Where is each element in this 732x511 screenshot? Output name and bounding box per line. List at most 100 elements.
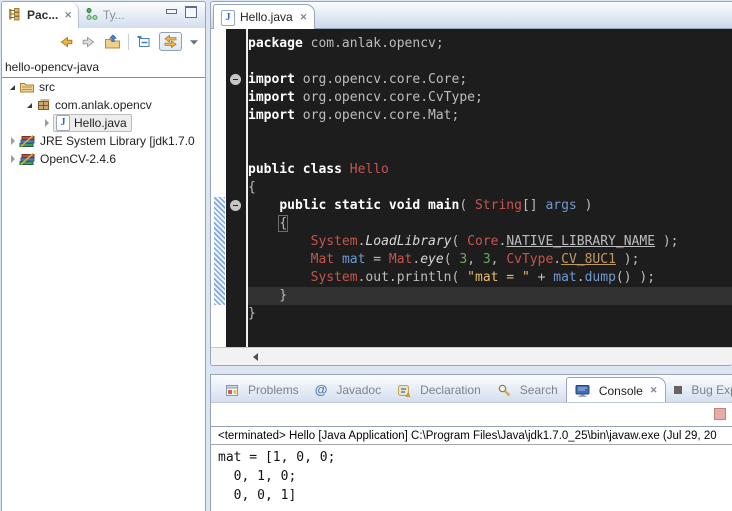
tree-item-hello-java[interactable]: J Hello.java: [2, 114, 205, 132]
range-indicator: [214, 197, 225, 305]
tree-item-project-root[interactable]: hello-opencv-java: [2, 58, 205, 78]
fold-collapse-icon[interactable]: [230, 74, 241, 85]
console-output: mat = [1, 0, 0; 0, 1, 0; 0, 0, 1]: [211, 445, 732, 505]
tab-search[interactable]: Search: [489, 378, 566, 402]
tab-declaration[interactable]: Declaration: [389, 378, 489, 402]
tree-item-com-anlak-opencv[interactable]: com.anlak.opencv: [2, 96, 205, 114]
tree-collapsed-arrow-icon[interactable]: [6, 137, 19, 145]
package-explorer-toolbar: [2, 28, 205, 55]
tree-collapsed-arrow-icon[interactable]: [6, 155, 19, 163]
console-toolbar: [211, 403, 732, 426]
console-output-line: 0, 0, 1]: [218, 486, 732, 505]
console-launch-header: <terminated> Hello [Java Application] C:…: [211, 427, 732, 445]
selected-tree-item[interactable]: J Hello.java: [53, 114, 132, 132]
tree-item-src[interactable]: src: [2, 78, 205, 96]
search-icon: [497, 383, 511, 397]
declaration-icon: [397, 384, 411, 397]
code-line: [248, 53, 732, 71]
back-arrow-icon[interactable]: [58, 34, 74, 50]
code-line: [248, 125, 732, 143]
java-file-icon: J: [56, 115, 70, 131]
tree-item-label: src: [39, 80, 55, 94]
type-hierarchy-icon: [85, 7, 99, 24]
library-icon: [19, 134, 36, 148]
package-explorer-icon: [8, 7, 23, 24]
console-content: <terminated> Hello [Java Application] C:…: [211, 426, 732, 511]
package-explorer-view: Pac... ✕ Ty... hello-opencv-java srccom.…: [1, 1, 206, 511]
tree-item-label: com.anlak.opencv: [55, 98, 152, 112]
tree-item-label: OpenCV-2.4.6: [40, 152, 116, 166]
code-line: import org.opencv.core.Core;: [248, 71, 732, 89]
bottom-view-tabbar: Problems @ Javadoc Declaration Search Console…: [211, 375, 732, 403]
forward-arrow-icon[interactable]: [81, 34, 97, 50]
tab-label: Bug Explorer: [691, 383, 732, 397]
collapse-all-icon[interactable]: [136, 34, 152, 50]
folding-ruler[interactable]: [226, 29, 248, 347]
minimize-icon[interactable]: [166, 9, 177, 14]
tab-label: Problems: [248, 383, 299, 397]
editor-tab-label: Hello.java: [240, 10, 293, 24]
code-line: Mat mat = Mat.eye( 3, 3, CvType.CV_8UC1 …: [248, 251, 732, 269]
tab-problems[interactable]: Problems: [217, 378, 307, 402]
plugin-square-icon: [674, 386, 682, 394]
java-file-icon: J: [221, 9, 235, 26]
tree-expanded-arrow-icon[interactable]: [23, 103, 36, 108]
tree-item-label: Hello.java: [74, 116, 127, 130]
close-icon[interactable]: ✕: [298, 12, 308, 23]
tab-bug-explorer[interactable]: Bug Explorer: [666, 378, 732, 402]
fold-collapse-icon[interactable]: [230, 200, 241, 211]
scroll-left-arrow-icon[interactable]: [253, 353, 258, 361]
tree-item-jre-system-library-jdk1-7-0[interactable]: JRE System Library [jdk1.7.0: [2, 132, 205, 150]
code-editor[interactable]: package com.anlak.opencv; import org.open…: [248, 29, 732, 347]
package-icon: [36, 98, 51, 112]
tab-label: Javadoc: [336, 383, 381, 397]
code-line: public static void main( String[] args ): [248, 197, 732, 215]
code-line: }: [248, 305, 732, 323]
code-line-current: }: [248, 287, 732, 305]
source-folder-icon: [19, 80, 35, 94]
annotation-ruler[interactable]: [211, 29, 226, 347]
editor-area: J Hello.java ✕ package com.anlak.opencv;…: [210, 1, 732, 366]
close-icon[interactable]: ✕: [62, 10, 72, 21]
tab-label: Console: [599, 384, 643, 398]
go-up-folder-icon[interactable]: [104, 34, 121, 50]
toolbar-separator: [128, 34, 129, 50]
code-line: System.out.println( "mat = " + mat.dump(…: [248, 269, 732, 287]
tab-label: Declaration: [420, 383, 481, 397]
tab-javadoc[interactable]: @ Javadoc: [307, 378, 389, 402]
tab-type-hierarchy[interactable]: Ty...: [79, 2, 131, 28]
tree-collapsed-arrow-icon[interactable]: [40, 119, 53, 127]
code-line: import org.opencv.core.CvType;: [248, 89, 732, 107]
tab-hello-java[interactable]: J Hello.java ✕: [213, 4, 315, 29]
library-icon: [19, 152, 36, 166]
tree-expanded-arrow-icon[interactable]: [6, 85, 19, 90]
code-line: {: [248, 179, 732, 197]
tree-item-opencv-2-4-6[interactable]: OpenCV-2.4.6: [2, 150, 205, 168]
editor-horizontal-scrollbar[interactable]: [211, 347, 732, 365]
console-view: Problems @ Javadoc Declaration Search Console…: [210, 374, 732, 511]
code-line: package com.anlak.opencv;: [248, 35, 732, 53]
project-tree: hello-opencv-java srccom.anlak.opencv J He…: [2, 55, 205, 511]
view-window-buttons: [166, 2, 205, 28]
code-line: [248, 143, 732, 161]
close-icon[interactable]: ✕: [648, 385, 658, 396]
tab-label: Ty...: [103, 8, 125, 22]
tab-package-explorer[interactable]: Pac... ✕: [2, 2, 79, 28]
link-with-editor-icon[interactable]: [159, 32, 182, 51]
editor-tabbar: J Hello.java ✕: [211, 2, 732, 29]
console-toolbar-icon[interactable]: [714, 408, 726, 420]
view-menu-icon[interactable]: [189, 38, 199, 46]
tab-label: Pac...: [27, 8, 58, 22]
code-line: import org.opencv.core.Mat;: [248, 107, 732, 125]
maximize-icon[interactable]: [185, 6, 197, 18]
tree-item-label: JRE System Library [jdk1.7.0: [40, 134, 195, 148]
code-line: public class Hello: [248, 161, 732, 179]
view-tabbar: Pac... ✕ Ty...: [2, 2, 205, 28]
editor-body: package com.anlak.opencv; import org.open…: [211, 29, 732, 347]
console-icon: [575, 384, 590, 398]
javadoc-icon: @: [315, 384, 328, 396]
tab-console[interactable]: Console ✕: [566, 377, 667, 403]
console-output-line: mat = [1, 0, 0;: [218, 448, 732, 467]
tab-label: Search: [520, 383, 558, 397]
code-line: System.LoadLibrary( Core.NATIVE_LIBRARY_…: [248, 233, 732, 251]
